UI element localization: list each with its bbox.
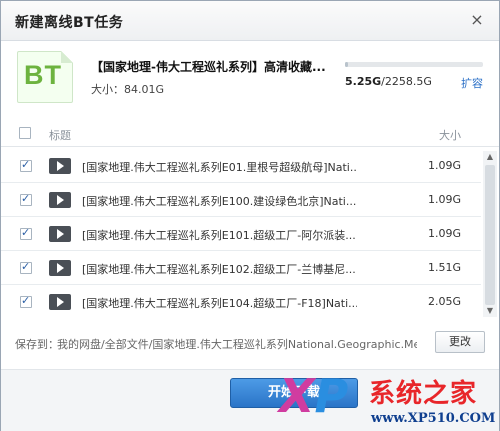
watermark-site-name: 系统之家 (369, 379, 478, 409)
storage-progress-fill (345, 62, 348, 67)
file-list-header: 标题 大小 (1, 123, 499, 147)
video-file-icon (49, 226, 71, 242)
item-checkbox[interactable] (20, 226, 32, 240)
item-name: [国家地理.伟大工程巡礼系列E102.超级工厂-兰博基尼... (82, 263, 356, 276)
save-location-path: 我的网盘/全部文件/国家地理.伟大工程巡礼系列National.Geograph… (57, 338, 417, 351)
list-item[interactable]: [国家地理.伟大工程巡礼系列E100.建设绿色北京]Nati... 1.09G (1, 183, 481, 217)
quota-total: /2258.5G (381, 75, 432, 88)
task-name: 【国家地理-伟大工程巡礼系列】高清收藏... (91, 60, 326, 74)
item-checkbox[interactable] (20, 294, 32, 308)
item-checkbox[interactable] (20, 158, 32, 172)
dialog-titlebar: 新建离线BT任务 × (1, 1, 499, 41)
item-size: 1.09G (427, 227, 461, 240)
expand-storage-link[interactable]: 扩容 (461, 75, 483, 91)
bt-icon-text: BT (24, 60, 62, 90)
task-size: 大小：84.01G (91, 83, 165, 96)
close-icon[interactable]: × (467, 10, 487, 30)
scroll-thumb[interactable] (485, 165, 495, 305)
file-list: [国家地理.伟大工程巡礼系列E01.里根号超级航母]Nati... 1.09G … (1, 149, 481, 317)
column-title: 标题 (49, 129, 71, 142)
item-size: 1.09G (427, 193, 461, 206)
watermark-xp-logo: XP (279, 369, 349, 423)
site-watermark-logo: XP 系统之家 www.XP510.COM (279, 371, 500, 431)
item-size: 1.51G (427, 261, 461, 274)
scroll-down-icon[interactable]: ▼ (483, 305, 497, 317)
file-list-scrollbar[interactable]: ▲ ▼ (483, 151, 497, 317)
watermark-url: www.XP510.COM (371, 411, 496, 426)
task-summary: BT 【国家地理-伟大工程巡礼系列】高清收藏... 大小：84.01G 5.25… (1, 41, 499, 109)
column-size: 大小 (439, 129, 461, 142)
quota-used: 5.25G (345, 75, 382, 88)
item-checkbox[interactable] (20, 260, 32, 274)
storage-progress-bar (345, 62, 483, 67)
item-size: 1.09G (427, 159, 461, 172)
video-file-icon (49, 192, 71, 208)
dialog-title: 新建离线BT任务 (15, 15, 124, 31)
list-item[interactable]: [国家地理.伟大工程巡礼系列E102.超级工厂-兰博基尼... 1.51G (1, 251, 481, 285)
bt-file-icon: BT (17, 51, 73, 103)
item-name: [国家地理.伟大工程巡礼系列E01.里根号超级航母]Nati... (82, 161, 357, 174)
list-item[interactable]: [国家地理.伟大工程巡礼系列E104.超级工厂-F18]Nati... 2.05… (1, 285, 481, 317)
list-item[interactable]: [国家地理.伟大工程巡礼系列E01.里根号超级航母]Nati... 1.09G (1, 149, 481, 183)
video-file-icon (49, 294, 71, 310)
scroll-up-icon[interactable]: ▲ (483, 151, 497, 163)
item-checkbox[interactable] (20, 192, 32, 206)
item-name: [国家地理.伟大工程巡礼系列E104.超级工厂-F18]Nati... (82, 297, 357, 310)
item-name: [国家地理.伟大工程巡礼系列E101.超级工厂-阿尔派装... (82, 229, 356, 242)
video-file-icon (49, 158, 71, 174)
video-file-icon (49, 260, 71, 276)
save-location-label: 保存到： (15, 338, 59, 351)
select-all-checkbox[interactable] (19, 127, 31, 139)
item-size: 2.05G (427, 295, 461, 308)
new-bt-task-dialog: 新建离线BT任务 × BT 【国家地理-伟大工程巡礼系列】高清收藏... 大小：… (0, 0, 500, 431)
change-location-button[interactable]: 更改 (435, 331, 485, 353)
storage-quota: 5.25G/2258.5G (345, 75, 432, 88)
save-location: 保存到： 我的网盘/全部文件/国家地理.伟大工程巡礼系列National.Geo… (1, 327, 499, 357)
item-name: [国家地理.伟大工程巡礼系列E100.建设绿色北京]Nati... (82, 195, 357, 208)
list-item[interactable]: [国家地理.伟大工程巡礼系列E101.超级工厂-阿尔派装... 1.09G (1, 217, 481, 251)
